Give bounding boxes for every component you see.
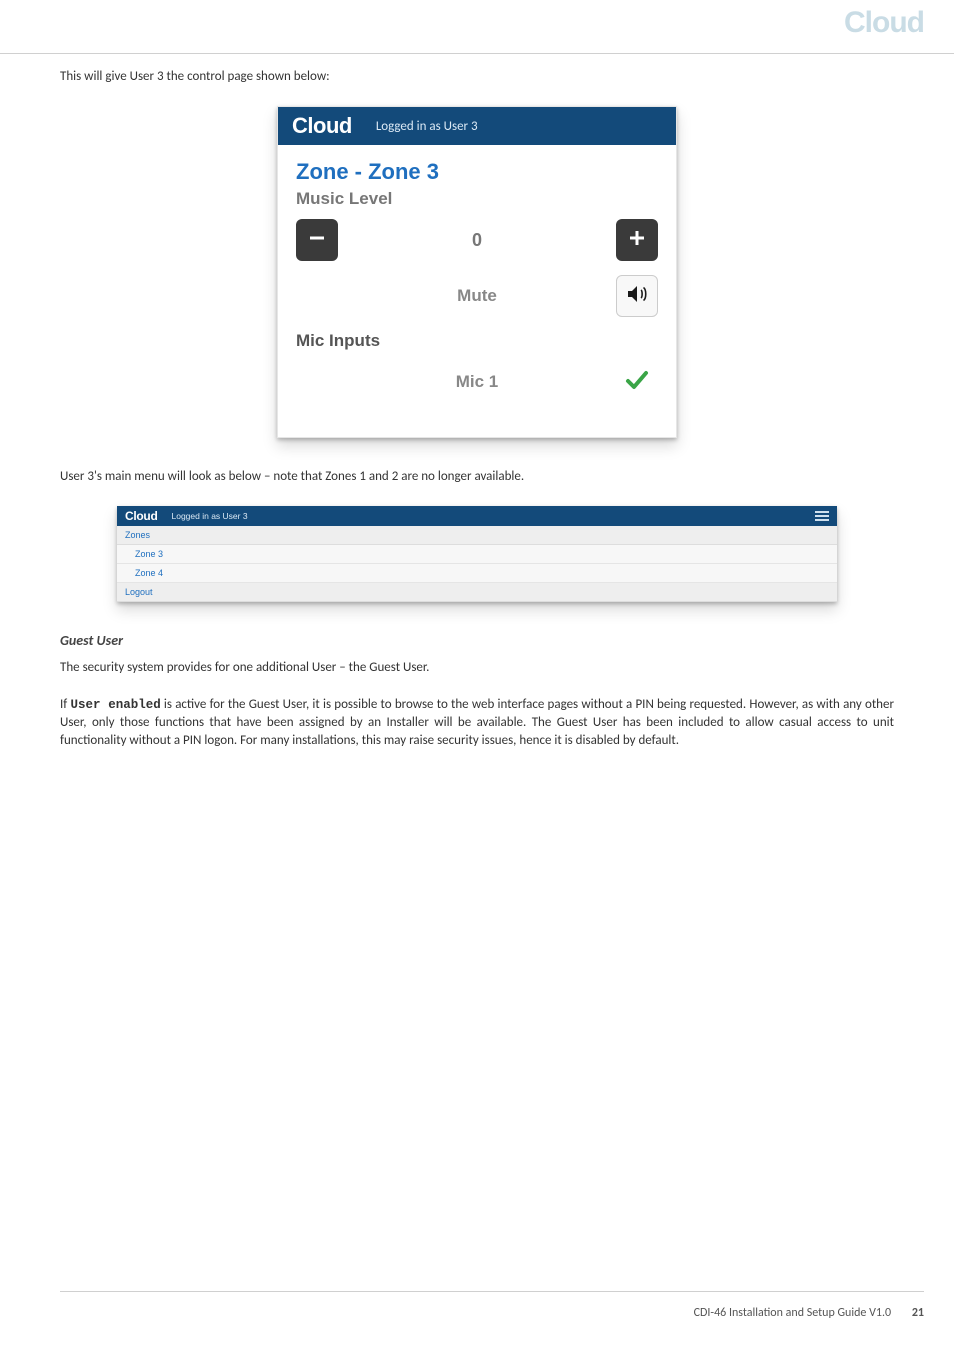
menu-panel-logo: Cloud (125, 509, 158, 523)
zone-control-panel: Cloud Logged in as User 3 Zone - Zone 3 … (277, 106, 677, 438)
login-status: Logged in as User 3 (376, 119, 478, 134)
plus-icon (628, 227, 646, 253)
footer-page-number: 21 (912, 1306, 924, 1320)
top-logo-bar: Cloud (0, 0, 954, 54)
volume-down-button[interactable] (296, 219, 338, 261)
user-enabled-code: User enabled (70, 698, 160, 712)
panel-logo: Cloud (292, 113, 352, 139)
zone-panel-header: Cloud Logged in as User 3 (278, 107, 676, 145)
volume-up-button[interactable] (616, 219, 658, 261)
minus-icon (308, 227, 326, 253)
checkmark-icon (624, 367, 650, 398)
speaker-icon (625, 282, 649, 311)
page-footer: CDI-46 Installation and Setup Guide V1.0… (60, 1291, 924, 1320)
intro-paragraph: This will give User 3 the control page s… (60, 68, 894, 86)
menu-item-zone4[interactable]: Zone 4 (117, 564, 837, 583)
mute-toggle-button[interactable] (616, 275, 658, 317)
guest-para2-pre: If (60, 697, 70, 712)
mic-inputs-label: Mic Inputs (296, 331, 658, 351)
between-paragraph: User 3's main menu will look as below – … (60, 468, 894, 486)
main-menu-panel: Cloud Logged in as User 3 Zones Zone 3 Z… (117, 506, 837, 602)
guest-user-para1: The security system provides for one add… (60, 659, 894, 677)
guest-para2-post: is active for the Guest User, it is poss… (60, 697, 894, 749)
menu-group-zones[interactable]: Zones (117, 526, 837, 545)
cloud-logo: Cloud (844, 8, 924, 38)
cloud-logo-text: Cloud (844, 8, 924, 38)
guest-user-para2: If User enabled is active for the Guest … (60, 696, 894, 751)
mic1-enabled-indicator[interactable] (616, 361, 658, 403)
guest-user-heading: Guest User (60, 632, 894, 649)
hamburger-icon (815, 511, 829, 513)
menu-item-zone3[interactable]: Zone 3 (117, 545, 837, 564)
music-level-label: Music Level (296, 189, 658, 209)
mic1-label: Mic 1 (338, 372, 616, 392)
mute-label: Mute (338, 286, 616, 306)
menu-panel-header: Cloud Logged in as User 3 (117, 506, 837, 526)
hamburger-menu-button[interactable] (815, 511, 829, 521)
zone-title: Zone - Zone 3 (296, 159, 658, 185)
menu-login-status: Logged in as User 3 (172, 511, 248, 521)
music-level-value: 0 (338, 230, 616, 251)
menu-group-logout[interactable]: Logout (117, 583, 837, 602)
footer-doc-title: CDI-46 Installation and Setup Guide V1.0 (694, 1306, 892, 1320)
